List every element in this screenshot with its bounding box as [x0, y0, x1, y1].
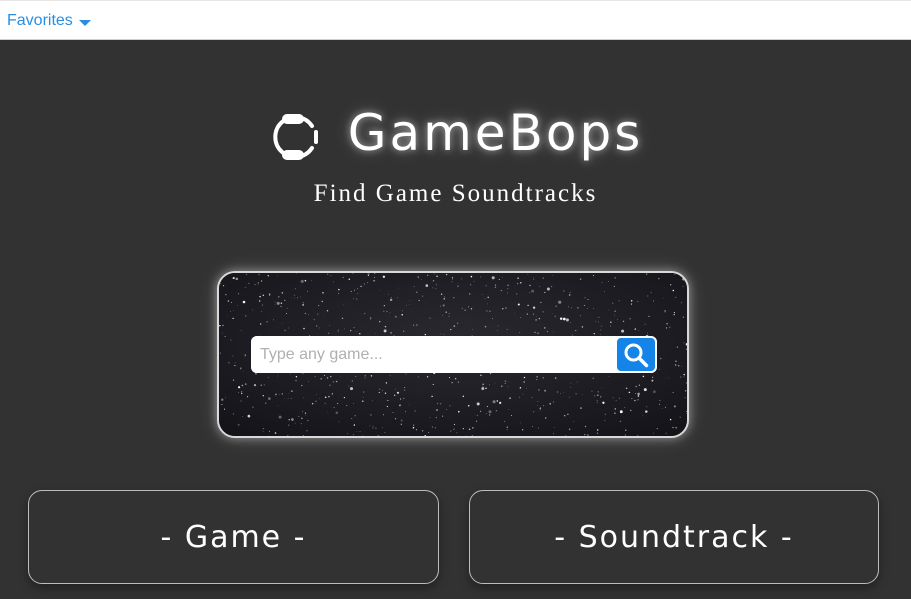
headset-icon [273, 114, 318, 160]
brand-header: GameBops [0, 104, 911, 162]
search-icon[interactable] [623, 342, 649, 368]
favorites-dropdown[interactable]: Favorites [7, 12, 91, 30]
search-button[interactable] [615, 336, 657, 373]
favorites-label[interactable]: Favorites [7, 12, 73, 30]
search-panel [217, 271, 689, 438]
game-button[interactable]: - Game - [28, 490, 439, 584]
site-title: GameBops [347, 104, 644, 162]
top-bar: Favorites [0, 0, 911, 40]
soundtrack-button[interactable]: - Soundtrack - [469, 490, 879, 584]
search-box [251, 336, 657, 373]
site-subtitle: Find Game Soundtracks [313, 180, 598, 207]
caret-down-icon[interactable] [78, 19, 91, 26]
search-input[interactable] [251, 336, 615, 373]
